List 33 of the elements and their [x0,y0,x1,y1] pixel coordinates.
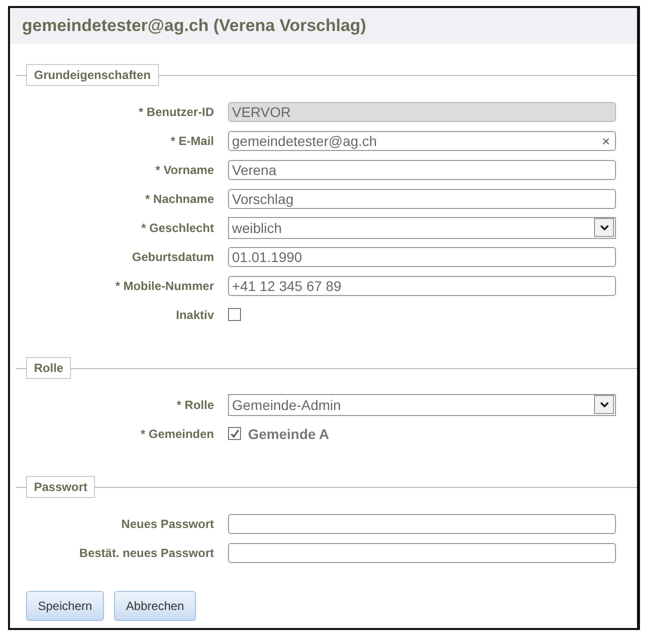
field-label: * Benutzer-ID [138,104,215,118]
input-field[interactable]: 01.01.1990 [228,246,616,266]
dialog-title: gemeindetester@ag.ch (Verena Vorschlag) [10,8,637,44]
section-legend: Passwort [26,476,96,498]
caret-icon [598,223,610,232]
field-label: Neues Passwort [120,516,215,530]
field-label: * Geschlecht [140,220,215,234]
checkbox[interactable] [228,308,241,321]
checkbox[interactable] [228,427,241,440]
field-label: Inaktiv [174,308,215,322]
input-field[interactable]: Vorschlag [228,188,616,208]
caret-icon [598,400,610,409]
clear-icon[interactable]: × [602,132,612,148]
input-field[interactable]: Verena [228,160,616,180]
input-field[interactable] [228,542,616,562]
field-label: * Vorname [154,162,215,176]
section-legend: Grundeigenschaften [26,64,159,86]
dropdown[interactable]: Gemeinde-Admin [228,394,616,416]
input-field[interactable]: +41 12 345 67 89 [228,276,616,296]
field-label: Bestät. neues Passwort [78,546,215,560]
button[interactable]: Abbrechen [114,591,196,621]
input-field[interactable] [228,514,616,534]
field-label: * Mobile-Nummer [114,278,215,292]
button[interactable]: Speichern [26,591,104,621]
section-legend: Rolle [26,357,72,379]
dropdown[interactable]: weiblich [228,216,616,238]
input-field[interactable]: gemeindetester@ag.ch × [228,130,616,150]
field-label: * Rolle [176,398,215,412]
field-label: * Nachname [144,192,215,206]
field-label: Geburtsdatum [130,250,215,264]
field-label: * E-Mail [170,134,215,148]
checkbox-label: Gemeinde A [248,426,330,442]
field-label: * Gemeinden [140,426,215,440]
